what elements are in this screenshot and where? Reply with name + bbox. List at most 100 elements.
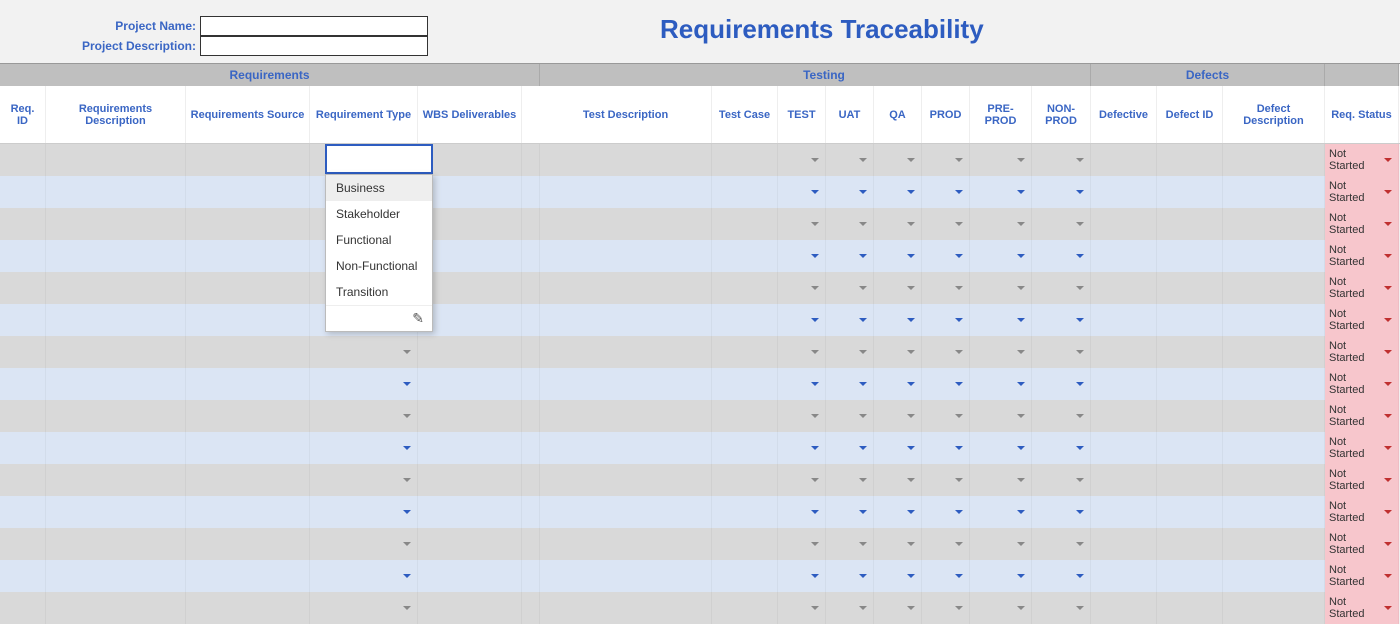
cell-status[interactable]: Not Started bbox=[1325, 528, 1399, 560]
cell-test[interactable] bbox=[778, 592, 826, 624]
cell-uat[interactable] bbox=[826, 400, 874, 432]
cell-qa[interactable] bbox=[874, 368, 922, 400]
cell-test[interactable] bbox=[778, 528, 826, 560]
cell-test[interactable] bbox=[778, 560, 826, 592]
cell-uat[interactable] bbox=[826, 432, 874, 464]
cell-uat[interactable] bbox=[826, 528, 874, 560]
cell-test[interactable] bbox=[778, 208, 826, 240]
cell-preprod[interactable] bbox=[970, 240, 1032, 272]
cell-qa[interactable] bbox=[874, 496, 922, 528]
cell-uat[interactable] bbox=[826, 464, 874, 496]
cell-status[interactable]: Not Started bbox=[1325, 368, 1399, 400]
col-defect-id[interactable]: Defect ID bbox=[1157, 86, 1223, 143]
cell-uat[interactable] bbox=[826, 176, 874, 208]
col-req-type[interactable]: Requirement Type bbox=[310, 86, 418, 143]
cell-qa[interactable] bbox=[874, 400, 922, 432]
cell-nonprod[interactable] bbox=[1032, 272, 1091, 304]
cell-nonprod[interactable] bbox=[1032, 368, 1091, 400]
cell-status[interactable]: Not Started bbox=[1325, 272, 1399, 304]
cell-qa[interactable] bbox=[874, 176, 922, 208]
cell-nonprod[interactable] bbox=[1032, 144, 1091, 176]
cell-test[interactable] bbox=[778, 144, 826, 176]
cell-preprod[interactable] bbox=[970, 368, 1032, 400]
cell-qa[interactable] bbox=[874, 304, 922, 336]
cell-qa[interactable] bbox=[874, 592, 922, 624]
dropdown-option-business[interactable]: Business bbox=[326, 175, 432, 201]
cell-prod[interactable] bbox=[922, 176, 970, 208]
cell-test[interactable] bbox=[778, 336, 826, 368]
cell-preprod[interactable] bbox=[970, 304, 1032, 336]
cell-qa[interactable] bbox=[874, 528, 922, 560]
req-type-dropdown[interactable]: Business Stakeholder Functional Non-Func… bbox=[325, 174, 433, 332]
cell-preprod[interactable] bbox=[970, 496, 1032, 528]
dropdown-option-non-functional[interactable]: Non-Functional bbox=[326, 253, 432, 279]
cell-nonprod[interactable] bbox=[1032, 592, 1091, 624]
cell-qa[interactable] bbox=[874, 208, 922, 240]
cell-status[interactable]: Not Started bbox=[1325, 176, 1399, 208]
cell-uat[interactable] bbox=[826, 560, 874, 592]
cell-status[interactable]: Not Started bbox=[1325, 592, 1399, 624]
cell-status[interactable]: Not Started bbox=[1325, 336, 1399, 368]
cell-nonprod[interactable] bbox=[1032, 304, 1091, 336]
cell-prod[interactable] bbox=[922, 496, 970, 528]
cell-qa[interactable] bbox=[874, 432, 922, 464]
cell-preprod[interactable] bbox=[970, 272, 1032, 304]
cell-reqtype[interactable] bbox=[310, 464, 418, 496]
cell-uat[interactable] bbox=[826, 272, 874, 304]
cell-status[interactable]: Not Started bbox=[1325, 464, 1399, 496]
cell-status[interactable]: Not Started bbox=[1325, 400, 1399, 432]
col-qa[interactable]: QA bbox=[874, 86, 922, 143]
cell-prod[interactable] bbox=[922, 240, 970, 272]
cell-test[interactable] bbox=[778, 176, 826, 208]
cell-prod[interactable] bbox=[922, 272, 970, 304]
cell-qa[interactable] bbox=[874, 272, 922, 304]
cell-preprod[interactable] bbox=[970, 208, 1032, 240]
cell-prod[interactable] bbox=[922, 528, 970, 560]
cell-prod[interactable] bbox=[922, 464, 970, 496]
cell-uat[interactable] bbox=[826, 240, 874, 272]
cell-qa[interactable] bbox=[874, 240, 922, 272]
cell-nonprod[interactable] bbox=[1032, 528, 1091, 560]
cell-preprod[interactable] bbox=[970, 144, 1032, 176]
cell-preprod[interactable] bbox=[970, 432, 1032, 464]
cell-status[interactable]: Not Started bbox=[1325, 304, 1399, 336]
cell-preprod[interactable] bbox=[970, 400, 1032, 432]
dropdown-option-transition[interactable]: Transition bbox=[326, 279, 432, 305]
cell-uat[interactable] bbox=[826, 208, 874, 240]
cell-preprod[interactable] bbox=[970, 528, 1032, 560]
cell-reqtype[interactable] bbox=[310, 336, 418, 368]
cell-preprod[interactable] bbox=[970, 592, 1032, 624]
cell-status[interactable]: Not Started bbox=[1325, 208, 1399, 240]
cell-qa[interactable] bbox=[874, 464, 922, 496]
cell-prod[interactable] bbox=[922, 400, 970, 432]
cell-preprod[interactable] bbox=[970, 560, 1032, 592]
col-wbs[interactable]: WBS Deliverables bbox=[418, 86, 522, 143]
project-name-input[interactable] bbox=[200, 16, 428, 36]
cell-nonprod[interactable] bbox=[1032, 560, 1091, 592]
cell-test[interactable] bbox=[778, 432, 826, 464]
col-req-desc[interactable]: Requirements Description bbox=[46, 86, 186, 143]
cell-qa[interactable] bbox=[874, 144, 922, 176]
cell-uat[interactable] bbox=[826, 144, 874, 176]
col-defect-desc[interactable]: Defect Description bbox=[1223, 86, 1325, 143]
cell-qa[interactable] bbox=[874, 560, 922, 592]
cell-status[interactable]: Not Started bbox=[1325, 240, 1399, 272]
cell-reqtype[interactable] bbox=[310, 400, 418, 432]
cell-test[interactable] bbox=[778, 496, 826, 528]
cell-status[interactable]: Not Started bbox=[1325, 496, 1399, 528]
col-req-status[interactable]: Req. Status bbox=[1325, 86, 1399, 143]
cell-nonprod[interactable] bbox=[1032, 400, 1091, 432]
cell-reqtype[interactable] bbox=[310, 496, 418, 528]
cell-reqtype[interactable] bbox=[310, 432, 418, 464]
cell-reqtype[interactable] bbox=[310, 560, 418, 592]
cell-reqtype[interactable] bbox=[310, 528, 418, 560]
cell-nonprod[interactable] bbox=[1032, 432, 1091, 464]
cell-test[interactable] bbox=[778, 272, 826, 304]
col-test[interactable]: TEST bbox=[778, 86, 826, 143]
col-prod[interactable]: PROD bbox=[922, 86, 970, 143]
cell-prod[interactable] bbox=[922, 208, 970, 240]
cell-nonprod[interactable] bbox=[1032, 240, 1091, 272]
col-req-id[interactable]: Req. ID bbox=[0, 86, 46, 143]
cell-prod[interactable] bbox=[922, 144, 970, 176]
cell-prod[interactable] bbox=[922, 432, 970, 464]
